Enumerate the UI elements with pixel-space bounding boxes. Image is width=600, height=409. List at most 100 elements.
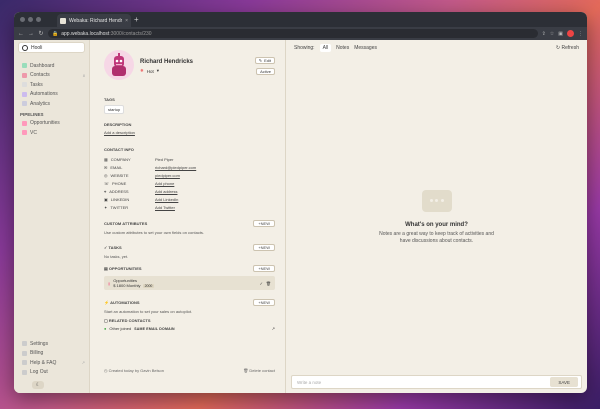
- contact-avatar[interactable]: [104, 50, 134, 80]
- refresh-button[interactable]: ↻ Refresh: [556, 45, 579, 51]
- new-automation-button[interactable]: + New: [253, 299, 275, 306]
- contact-header: Richard Hendricks ✹ Hot ▾ ✎ Edit Active: [104, 50, 275, 90]
- opportunity-value-row: $ 1800 Monthly 2000: [113, 283, 155, 288]
- sidebar-item-logout[interactable]: Log Out: [18, 368, 85, 378]
- new-custom-attribute-button[interactable]: + New: [253, 220, 275, 227]
- showing-label: Showing:: [294, 45, 315, 51]
- active-badge[interactable]: Active: [256, 68, 275, 75]
- reload-icon[interactable]: ↻: [38, 30, 44, 37]
- browser-window: Webaka: Richard Hendricks × + ← → ↻ 🔒 ap…: [14, 12, 587, 393]
- info-row-company: ▦ Company Pied Piper: [104, 156, 174, 162]
- info-row-twitter: ✦ Twitter Add Twitter: [104, 204, 175, 210]
- new-task-button[interactable]: + New: [253, 244, 275, 251]
- contact-identity: Richard Hendricks ✹ Hot ▾: [140, 50, 193, 74]
- sidebar-item-analytics[interactable]: Analytics: [18, 99, 85, 109]
- edit-button[interactable]: ✎ Edit: [254, 57, 275, 64]
- sidebar-nav: Dashboard Contacts 8 Tasks Automations An…: [18, 61, 85, 109]
- trash-icon[interactable]: 🗑: [266, 281, 271, 286]
- help-icon: [22, 360, 27, 366]
- tab-messages[interactable]: Messages: [354, 45, 377, 51]
- back-icon[interactable]: ←: [18, 31, 24, 37]
- info-row-email: ✉ Email richard@piedpiper.com: [104, 164, 197, 170]
- status-dropdown[interactable]: ✹ Hot ▾: [140, 68, 193, 74]
- empty-description-line-1: Notes are a great way to keep track of a…: [379, 231, 494, 237]
- info-row-address: ⌖ Address Add address: [104, 188, 178, 194]
- browser-actions: ⇪ ☆ ▣ ⋮: [542, 30, 583, 37]
- tab-all[interactable]: All: [319, 44, 332, 52]
- sidebar-item-help[interactable]: Help & FAQ ↗: [18, 358, 85, 368]
- new-tab-button[interactable]: +: [134, 15, 139, 24]
- forward-icon[interactable]: →: [28, 31, 34, 37]
- check-circle-icon[interactable]: ✓: [260, 281, 263, 286]
- dashboard-icon: [22, 63, 27, 69]
- gear-icon: [22, 341, 27, 347]
- sidebar-item-vc[interactable]: VC: [18, 128, 85, 138]
- pipeline-icon: [22, 120, 27, 126]
- close-window-button[interactable]: [20, 17, 25, 22]
- twitter-icon: ✦: [104, 204, 108, 210]
- tab-notes[interactable]: Notes: [336, 45, 349, 51]
- workspace-switcher[interactable]: Hooli: [18, 42, 85, 53]
- mail-icon: ✉: [104, 164, 108, 170]
- sidebar-item-dashboard[interactable]: Dashboard: [18, 61, 85, 71]
- sidebar-item-tasks[interactable]: Tasks: [18, 80, 85, 90]
- related-contacts-section: ▢ Related Contacts: [104, 318, 151, 323]
- no-tasks-text: No tasks, yet.: [104, 254, 129, 259]
- automations-section: ⚡ Automations + New: [104, 299, 275, 306]
- sidebar-item-settings[interactable]: Settings: [18, 339, 85, 349]
- card-icon: [22, 350, 27, 356]
- description-heading: Description: [104, 122, 132, 127]
- address-bar[interactable]: 🔒 app.webaka.localhost:3000/contacts/230: [48, 29, 538, 38]
- menu-icon[interactable]: ⋮: [578, 31, 583, 37]
- external-link-icon[interactable]: ↗: [272, 326, 275, 331]
- robot-avatar-icon: [112, 53, 126, 76]
- moon-icon: ☾: [35, 382, 41, 388]
- fire-icon: ✹: [140, 68, 144, 73]
- sidebar-item-billing[interactable]: Billing: [18, 349, 85, 359]
- contact-info-list: ▦ Company Pied Piper ✉ Email richard@piedpip…: [104, 155, 275, 211]
- phone-icon: ☏: [104, 180, 110, 186]
- empty-description-line-2: have discussions about contacts.: [399, 238, 474, 244]
- lock-icon: 🔒: [52, 30, 59, 37]
- delete-contact-button[interactable]: 🗑 Delete contact: [243, 368, 275, 373]
- add-description-link[interactable]: Add a description: [104, 130, 275, 135]
- note-input[interactable]: Write a note: [297, 380, 321, 385]
- contact-name: Richard Hendricks: [140, 59, 194, 65]
- close-tab-icon[interactable]: ×: [125, 18, 128, 24]
- extensions-icon[interactable]: ▣: [558, 31, 563, 37]
- related-contact-row[interactable]: ● Other joined SAME EMAIL DOMAIN ↗: [104, 326, 275, 331]
- automations-icon: [22, 91, 27, 97]
- workspace-name: Hooli: [31, 44, 43, 51]
- custom-attributes-section: Custom Attributes + New: [104, 220, 275, 227]
- window-controls: [20, 17, 41, 22]
- contacts-count: 8: [82, 72, 85, 78]
- url-bar-row: ← → ↻ 🔒 app.webaka.localhost:3000/contac…: [14, 27, 587, 40]
- opportunity-badge: 2000: [142, 284, 155, 288]
- sidebar: Hooli Dashboard Contacts 8 Tasks Automati…: [14, 40, 90, 393]
- tags-heading: Tags: [104, 97, 115, 102]
- sidebar-item-automations[interactable]: Automations: [18, 90, 85, 100]
- sidebar-footer: Settings Billing Help & FAQ ↗ Log Out: [18, 339, 85, 377]
- contact-footer: ◷ Created today by Gavin Belson 🗑 Delete…: [104, 368, 275, 373]
- sidebar-item-opportunities[interactable]: Opportunities: [18, 119, 85, 129]
- notes-empty-state: What's on your mind? Notes are a great w…: [286, 190, 587, 245]
- minimize-window-button[interactable]: [28, 17, 33, 22]
- opportunity-card[interactable]: ▮ Opportunities $ 1800 Monthly 2000 ✓ 🗑: [104, 276, 275, 290]
- tab-title: Webaka: Richard Hendricks: [69, 17, 122, 24]
- related-avatar: ●: [104, 326, 107, 331]
- note-composer: Write a note SAVE: [291, 375, 582, 389]
- maximize-window-button[interactable]: [36, 17, 41, 22]
- share-icon[interactable]: ⇪: [542, 31, 546, 37]
- sidebar-item-contacts[interactable]: Contacts 8: [18, 71, 85, 81]
- tag-chip[interactable]: startup: [104, 105, 125, 114]
- save-note-button[interactable]: SAVE: [550, 377, 578, 387]
- building-icon: ▦: [104, 156, 108, 162]
- bookmark-icon[interactable]: ☆: [550, 31, 554, 37]
- new-opportunity-button[interactable]: + New: [253, 265, 275, 272]
- profile-avatar[interactable]: [567, 30, 574, 37]
- url-host: app.webaka.localhost:3000/contacts/230: [61, 30, 152, 37]
- info-row-phone: ☏ Phone Add phone: [104, 180, 175, 186]
- tasks-section: ✓ Tasks + New: [104, 244, 275, 251]
- browser-tab[interactable]: Webaka: Richard Hendricks ×: [57, 14, 131, 27]
- theme-toggle[interactable]: ☾: [32, 381, 44, 389]
